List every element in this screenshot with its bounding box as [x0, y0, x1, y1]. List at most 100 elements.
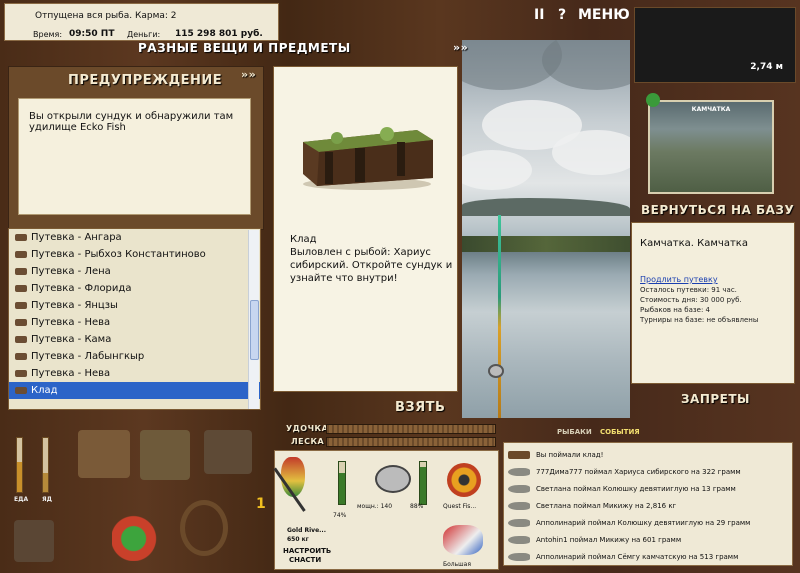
day-cost: Стоимость дня: 30 000 руб. — [640, 296, 742, 304]
depth-panel: 2,74 м — [634, 7, 796, 83]
toolbox-icon[interactable] — [78, 430, 130, 478]
list-item[interactable]: Путевка - Рыбхоз Константиново — [9, 246, 260, 263]
wobbler-icon[interactable] — [443, 525, 483, 555]
poison-bar — [42, 437, 49, 493]
pin-icon — [646, 93, 660, 107]
tab-events[interactable]: СОБЫТИЯ — [600, 428, 640, 436]
food-icon[interactable] — [112, 505, 166, 561]
list-item[interactable]: Путевка - Нева — [9, 314, 260, 331]
list-item[interactable]: Путевка - Кама — [9, 331, 260, 348]
extend-permit-link[interactable]: Продлить путевку — [640, 275, 786, 284]
event-row: Апполинарий поймал Сёмгу камчатскую на 5… — [508, 550, 738, 565]
fishing-scene[interactable] — [462, 40, 630, 418]
list-item[interactable]: Путевка - Лена — [9, 263, 260, 280]
items-panel-title: РАЗНЫЕ ВЕЩИ И ПРЕДМЕТЫ — [138, 41, 351, 55]
far-hills — [462, 198, 630, 216]
status-message: Отпущена вся рыба. Карма: 2 — [35, 11, 177, 21]
depth-value: 2,74 м — [750, 62, 783, 72]
scrollbar-thumb[interactable] — [250, 300, 259, 360]
reel-icon — [488, 364, 504, 378]
base-place: Камчатка. Камчатка — [640, 238, 748, 249]
items-panel-arrows[interactable]: »» — [453, 41, 468, 54]
cloud — [462, 150, 532, 190]
rod-weight: 650 кг — [287, 536, 309, 543]
event-text: Вы поймали клад! — [536, 451, 604, 459]
treasure-chest-icon — [303, 127, 433, 190]
tournaments: Турниры на базе: не объявлены — [640, 316, 759, 324]
event-text: Апполинарий поймал Сёмгу камчатскую на 5… — [536, 553, 739, 561]
warning-message: Вы открыли сундук и обнаружили там удили… — [18, 98, 251, 215]
list-item[interactable]: Путевка - Нева — [9, 365, 260, 382]
line-spool-icon[interactable] — [447, 463, 481, 497]
box-icon[interactable] — [14, 520, 54, 562]
reel-power: мощн.: 140 — [357, 503, 393, 510]
list-scrollbar[interactable] — [248, 230, 259, 409]
line-name: Quest Fis... — [443, 503, 477, 510]
fish-icon — [508, 519, 530, 527]
event-text: Светлана поймал Микижу на 2,816 кг — [536, 502, 677, 510]
forest-line — [462, 236, 630, 252]
permit-icon — [15, 268, 27, 275]
setup-tackle-label-1[interactable]: НАСТРОИТЬ — [283, 547, 331, 555]
return-to-base-button[interactable]: ВЕРНУТЬСЯ НА БАЗУ — [641, 203, 794, 217]
warning-arrows[interactable]: »» — [241, 68, 256, 81]
rod-condition-bar — [338, 461, 346, 505]
counter-value: 1 — [256, 496, 266, 512]
chest-icon — [508, 451, 530, 459]
list-item-label: Путевка - Рыбхоз Константиново — [31, 249, 206, 260]
fish-icon — [508, 536, 530, 544]
list-item-label: Путевка - Нева — [31, 317, 111, 328]
line-label: ЛЕСКА — [291, 437, 325, 446]
list-item-label: Путевка - Нева — [31, 368, 111, 379]
basket-icon[interactable] — [180, 500, 228, 556]
fish-icon — [508, 502, 530, 510]
rod-label: УДОЧКА — [286, 424, 329, 433]
permit-remaining: Осталось путевки: 91 час. — [640, 286, 737, 294]
items-list[interactable]: Путевка - Ангара Путевка - Рыбхоз Констан… — [8, 228, 261, 410]
reel-percent: 88% — [410, 503, 424, 510]
money-value: 115 298 801 руб. — [175, 29, 263, 39]
list-item-label: Путевка - Янцзы — [31, 300, 118, 311]
reel-condition-bar — [419, 461, 427, 505]
reel-icon[interactable] — [375, 465, 411, 493]
lure-size: Большая — [443, 561, 471, 568]
list-item[interactable]: Клад — [9, 382, 260, 399]
status-panel: Отпущена вся рыба. Карма: 2 Время: 09:50… — [4, 3, 279, 41]
list-item[interactable]: Путевка - Лабынгкыр — [9, 348, 260, 365]
events-feed: Вы поймали клад! 777Дима777 поймал Хариус… — [503, 442, 793, 566]
tab-fishers[interactable]: РЫБАКИ — [557, 428, 592, 436]
list-item-label: Клад — [31, 385, 58, 396]
setup-tackle-label-2[interactable]: СНАСТИ — [289, 556, 321, 564]
book-icon[interactable] — [204, 430, 252, 474]
event-row: Светлана поймал Колюшку девятииглую на 1… — [508, 482, 736, 497]
backpack-icon[interactable] — [140, 430, 190, 480]
menu-button[interactable]: МЕНЮ — [578, 7, 630, 23]
list-item[interactable]: Путевка - Янцзы — [9, 297, 260, 314]
map-caption: КАМЧАТКА — [691, 106, 731, 113]
pause-button[interactable]: II — [534, 7, 544, 23]
take-button[interactable]: ВЗЯТЬ — [395, 400, 445, 415]
poison-label: ЯД — [42, 496, 52, 503]
list-items: Путевка - Ангара Путевка - Рыбхоз Констан… — [9, 229, 260, 399]
event-row: Светлана поймал Микижу на 2,816 кг — [508, 499, 676, 514]
event-row: 777Дима777 поймал Хариуса сибирского на … — [508, 465, 741, 480]
event-text: Апполинарий поймал Колюшку девятииглую н… — [536, 519, 751, 527]
bans-button[interactable]: ЗАПРЕТЫ — [681, 392, 750, 406]
location-map[interactable]: КАМЧАТКА — [648, 100, 774, 194]
time-value: 09:50 ПТ — [69, 29, 115, 39]
rod-percent: 74% — [333, 512, 347, 519]
permit-icon — [15, 336, 27, 343]
time-label: Время: — [33, 30, 63, 39]
event-text: Светлана поймал Колюшку девятииглую на 1… — [536, 485, 736, 493]
fishers-on-base: Рыбаков на базе: 4 — [640, 306, 710, 314]
list-item[interactable]: Путевка - Ангара — [9, 229, 260, 246]
fish-icon — [508, 553, 530, 561]
list-item-label: Путевка - Кама — [31, 334, 112, 345]
list-item-label: Путевка - Лена — [31, 266, 111, 277]
help-button[interactable]: ? — [558, 7, 566, 23]
list-item[interactable]: Путевка - Флорида — [9, 280, 260, 297]
permit-icon — [15, 285, 27, 292]
event-text: 777Дима777 поймал Хариуса сибирского на … — [536, 468, 741, 476]
list-item-label: Путевка - Лабынгкыр — [31, 351, 145, 362]
warning-title: ПРЕДУПРЕЖДЕНИЕ — [68, 73, 223, 88]
